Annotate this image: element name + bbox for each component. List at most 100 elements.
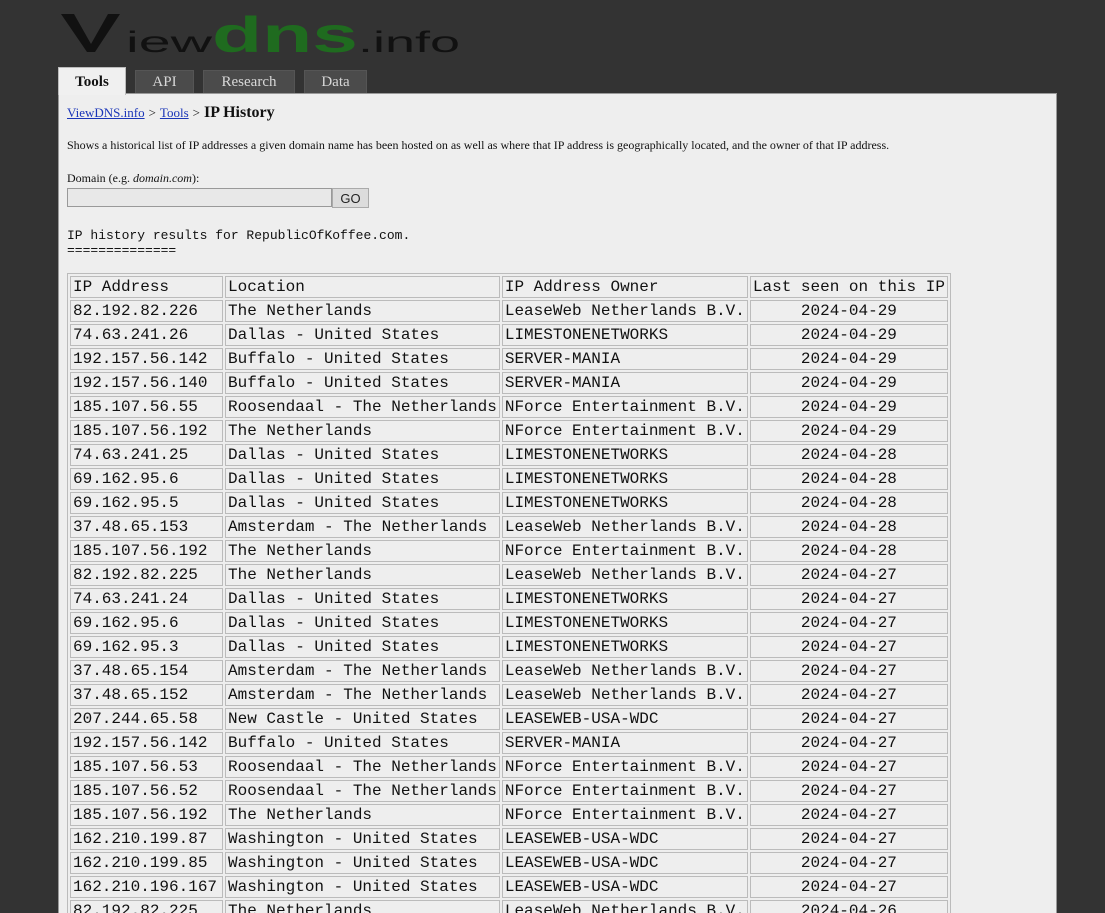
cell-location: Dallas - United States xyxy=(225,612,500,634)
breadcrumb-separator: > xyxy=(148,105,156,120)
cell-ip-address: 185.107.56.55 xyxy=(70,396,223,418)
cell-ip-address: 192.157.56.140 xyxy=(70,372,223,394)
cell-last-seen: 2024-04-27 xyxy=(749,756,948,778)
cell-location: Dallas - United States xyxy=(225,444,500,466)
cell-owner: LIMESTONENETWORKS xyxy=(501,612,748,634)
cell-owner: LEASEWEB-USA-WDC xyxy=(501,828,748,850)
column-header-location: Location xyxy=(225,276,500,298)
cell-owner: SERVER-MANIA xyxy=(501,732,748,754)
table-row: 185.107.56.192 The Netherlands NForce Ente… xyxy=(70,420,948,442)
cell-last-seen: 2024-04-27 xyxy=(749,780,948,802)
table-row: 207.244.65.58 New Castle - United States L… xyxy=(70,708,948,730)
cell-location: The Netherlands xyxy=(225,540,500,562)
cell-location: The Netherlands xyxy=(225,900,500,913)
cell-owner: NForce Entertainment B.V. xyxy=(501,756,748,778)
viewdns-logo[interactable]: iew dns .info xyxy=(60,8,462,56)
tab-data[interactable]: Data xyxy=(304,70,367,93)
cell-ip-address: 185.107.56.52 xyxy=(70,780,223,802)
table-row: 37.48.65.153 Amsterdam - The Netherlands L… xyxy=(70,516,948,538)
column-header-owner: IP Address Owner xyxy=(501,276,748,298)
logo-text-dns: dns xyxy=(212,8,358,56)
table-row: 192.157.56.142 Buffalo - United States SER… xyxy=(70,732,948,754)
cell-last-seen: 2024-04-26 xyxy=(749,900,948,913)
cell-last-seen: 2024-04-27 xyxy=(749,684,948,706)
cell-location: Amsterdam - The Netherlands xyxy=(225,660,500,682)
cell-ip-address: 69.162.95.3 xyxy=(70,636,223,658)
cell-owner: LeaseWeb Netherlands B.V. xyxy=(501,300,748,322)
cell-owner: NForce Entertainment B.V. xyxy=(501,396,748,418)
tab-api[interactable]: API xyxy=(135,70,194,93)
cell-owner: NForce Entertainment B.V. xyxy=(501,420,748,442)
cell-last-seen: 2024-04-29 xyxy=(749,300,948,322)
cell-owner: LeaseWeb Netherlands B.V. xyxy=(501,684,748,706)
cell-ip-address: 74.63.241.26 xyxy=(70,324,223,346)
table-row: 162.210.196.167 Washington - United State… xyxy=(70,876,948,898)
cell-last-seen: 2024-04-27 xyxy=(749,876,948,898)
cell-owner: LeaseWeb Netherlands B.V. xyxy=(501,660,748,682)
cell-last-seen: 2024-04-27 xyxy=(749,804,948,826)
table-row: 74.63.241.25 Dallas - United States LIMEST… xyxy=(70,444,948,466)
cell-ip-address: 74.63.241.25 xyxy=(70,444,223,466)
cell-ip-address: 69.162.95.6 xyxy=(70,468,223,490)
cell-owner: LIMESTONENETWORKS xyxy=(501,444,748,466)
cell-owner: SERVER-MANIA xyxy=(501,372,748,394)
cell-last-seen: 2024-04-29 xyxy=(749,420,948,442)
cell-last-seen: 2024-04-28 xyxy=(749,444,948,466)
cell-ip-address: 82.192.82.226 xyxy=(70,300,223,322)
cell-location: The Netherlands xyxy=(225,804,500,826)
cell-ip-address: 162.210.199.87 xyxy=(70,828,223,850)
cell-ip-address: 69.162.95.5 xyxy=(70,492,223,514)
cell-owner: LIMESTONENETWORKS xyxy=(501,324,748,346)
cell-last-seen: 2024-04-27 xyxy=(749,708,948,730)
cell-last-seen: 2024-04-28 xyxy=(749,492,948,514)
cell-location: Roosendaal - The Netherlands xyxy=(225,396,500,418)
breadcrumb-home-link[interactable]: ViewDNS.info xyxy=(67,105,145,120)
cell-location: Buffalo - United States xyxy=(225,372,500,394)
table-header-row: IP Address Location IP Address Owner Las… xyxy=(70,276,948,298)
cell-location: Dallas - United States xyxy=(225,492,500,514)
cell-location: New Castle - United States xyxy=(225,708,500,730)
tab-tools[interactable]: Tools xyxy=(58,67,126,95)
domain-label-suffix: ): xyxy=(191,171,200,185)
domain-input[interactable] xyxy=(67,188,332,207)
ip-history-table: IP Address Location IP Address Owner Las… xyxy=(67,273,951,913)
cell-location: Dallas - United States xyxy=(225,588,500,610)
table-row: 37.48.65.152 Amsterdam - The Netherlands L… xyxy=(70,684,948,706)
tab-research[interactable]: Research xyxy=(203,70,295,93)
cell-owner: SERVER-MANIA xyxy=(501,348,748,370)
table-row: 82.192.82.226 The Netherlands LeaseWeb Net… xyxy=(70,300,948,322)
table-row: 185.107.56.192 The Netherlands NForce Ente… xyxy=(70,804,948,826)
table-row: 192.157.56.140 Buffalo - United States SER… xyxy=(70,372,948,394)
cell-location: Washington - United States xyxy=(225,852,500,874)
column-header-ip-address: IP Address xyxy=(70,276,223,298)
cell-location: The Netherlands xyxy=(225,420,500,442)
table-row: 82.192.82.225 The Netherlands LeaseWeb Net… xyxy=(70,564,948,586)
cell-owner: LEASEWEB-USA-WDC xyxy=(501,876,748,898)
domain-label-prefix: Domain (e.g. xyxy=(67,171,133,185)
cell-location: Dallas - United States xyxy=(225,636,500,658)
cell-location: Washington - United States xyxy=(225,876,500,898)
table-row: 69.162.95.6 Dallas - United States LIMESTO… xyxy=(70,612,948,634)
cell-owner: LIMESTONENETWORKS xyxy=(501,492,748,514)
domain-label-example: domain.com xyxy=(132,171,192,185)
cell-last-seen: 2024-04-27 xyxy=(749,828,948,850)
cell-ip-address: 192.157.56.142 xyxy=(70,732,223,754)
cell-location: Amsterdam - The Netherlands xyxy=(225,516,500,538)
content-panel: ViewDNS.info > Tools > IP History Shows a hi… xyxy=(58,93,1057,913)
cell-owner: LIMESTONENETWORKS xyxy=(501,588,748,610)
cell-owner: LeaseWeb Netherlands B.V. xyxy=(501,900,748,913)
table-row: 185.107.56.55 Roosendaal - The Netherland… xyxy=(70,396,948,418)
tool-description: Shows a historical list of IP addresses … xyxy=(67,138,890,152)
breadcrumb-separator: > xyxy=(192,105,200,120)
table-row: 74.63.241.26 Dallas - United States LIMEST… xyxy=(70,324,948,346)
cell-ip-address: 82.192.82.225 xyxy=(70,564,223,586)
cell-last-seen: 2024-04-29 xyxy=(749,372,948,394)
breadcrumb-tools-link[interactable]: Tools xyxy=(160,105,189,120)
go-button[interactable]: GO xyxy=(332,188,369,208)
results-heading: IP history results for RepublicOfKoffee.… xyxy=(67,228,410,258)
table-row: 192.157.56.142 Buffalo - United States SER… xyxy=(70,348,948,370)
cell-owner: LEASEWEB-USA-WDC xyxy=(501,708,748,730)
cell-ip-address: 37.48.65.152 xyxy=(70,684,223,706)
table-row: 74.63.241.24 Dallas - United States LIMEST… xyxy=(70,588,948,610)
cell-owner: NForce Entertainment B.V. xyxy=(501,780,748,802)
